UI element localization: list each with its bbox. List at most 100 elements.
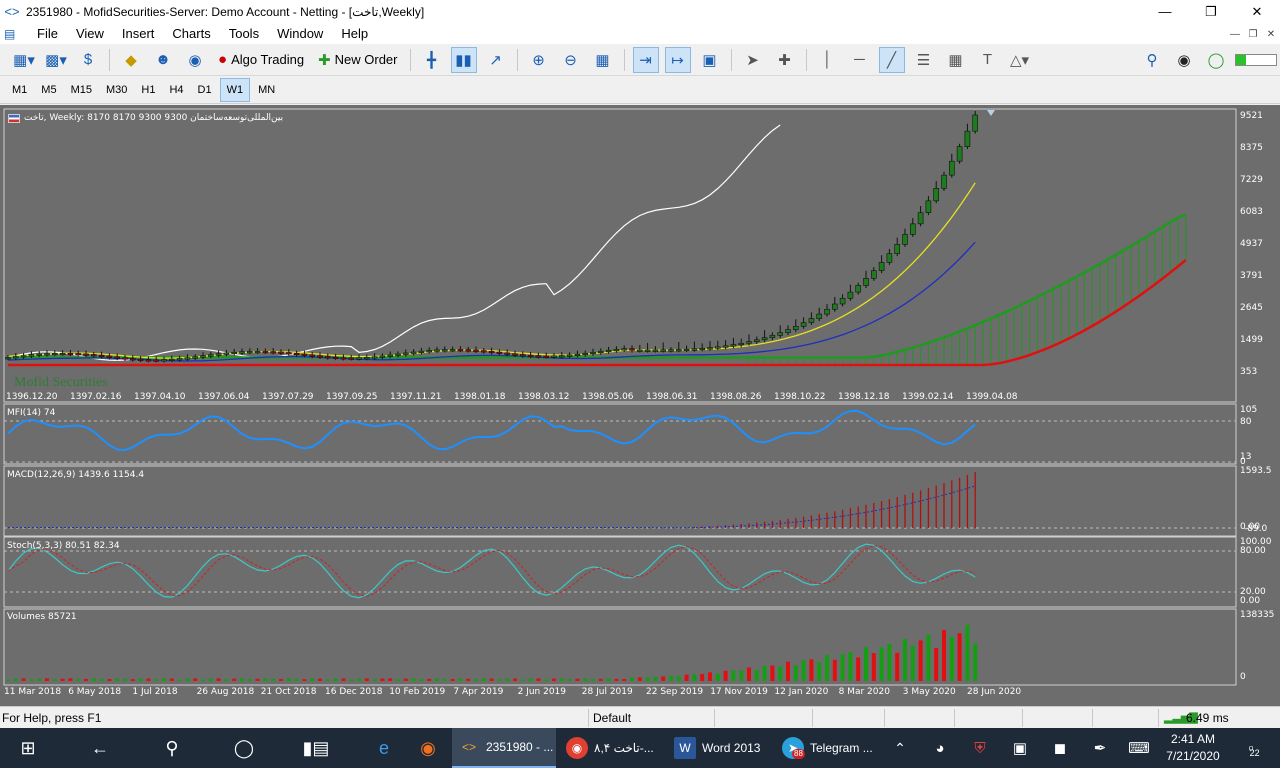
timeframe-m5[interactable]: M5 [35,78,62,102]
zoom-out-icon[interactable]: ⊖ [558,47,584,73]
volume-bar-up [692,674,697,681]
volume-bar-down [513,678,517,681]
data-window-icon[interactable]: ◆ [118,47,144,73]
account-icon[interactable]: ◉ [1171,47,1197,73]
bull-candle [613,349,620,352]
timeframe-w1[interactable]: W1 [219,77,251,102]
trendline-icon[interactable]: ╱ [878,46,905,73]
crosshair-icon[interactable]: ✚ [772,47,798,73]
notification-center-icon[interactable]: ▫ 22 [1234,728,1274,768]
bull-candle [223,352,230,355]
menu-charts[interactable]: Charts [163,24,219,44]
timeframe-h4[interactable]: H4 [163,78,189,102]
taskbar-app-word[interactable]: W Word 2013 [668,728,772,768]
chart-canvas[interactable] [0,105,1280,706]
child-minimize-button[interactable]: — [1226,29,1244,40]
navigator-icon[interactable]: ☻ [150,47,176,73]
signals-icon[interactable]: ◉ [182,47,208,73]
menu-file[interactable]: File [28,24,67,44]
auto-scroll-icon[interactable]: ⇥ [632,46,659,73]
cursor-icon[interactable]: ➤ [740,47,766,73]
network-globe-icon[interactable]: ◕ [926,728,954,768]
timeframe-m30[interactable]: M30 [100,78,133,102]
keyboard-icon[interactable]: ⌨ [1124,728,1154,768]
bull-candle [894,244,901,254]
status-separator [588,709,589,727]
timeframe-d1[interactable]: D1 [192,78,218,102]
bear-candle [75,353,81,356]
search-icon[interactable]: ⚲ [1139,47,1165,73]
chart-window[interactable]: تاخت, Weekly: 8170 8170 9300 9300 بین‌ال… [0,105,1280,706]
price-axis-label: 2645 [1240,303,1263,313]
menu-view[interactable]: View [67,24,113,44]
candlestick-chart-icon[interactable]: ▮▮ [450,46,477,73]
close-button[interactable]: ✕ [1234,0,1280,24]
child-restore-button[interactable]: ❐ [1244,29,1262,40]
volume-bar-down [747,667,751,681]
volume-bar-up [411,678,416,681]
volume-bar-down [216,678,221,681]
taskbar-app-metatrader[interactable]: <> 2351980 - ... [452,728,556,768]
timeframe-mn[interactable]: MN [252,78,281,102]
market-watch-icon[interactable]: $ [75,47,101,73]
windows-start-icon[interactable]: ⊞ [10,728,46,768]
algo-trading-icon: ● [218,51,228,68]
new-chart-icon[interactable]: ▦▾ [11,47,37,73]
templates-icon[interactable]: ▣ [697,47,723,73]
firefox-icon[interactable]: ◉ [410,728,446,768]
security-shield-icon[interactable]: ⛨ [966,728,994,768]
child-close-button[interactable]: ✕ [1262,29,1280,40]
bull-candle [574,353,581,356]
menu-help[interactable]: Help [332,24,377,44]
zoom-in-icon[interactable]: ⊕ [526,47,552,73]
volume-muted-icon[interactable]: ◼ [1046,728,1074,768]
minimize-button[interactable]: — [1142,0,1188,24]
fibonacci-icon[interactable]: ▦ [943,47,969,73]
bar-chart-icon[interactable]: ╋ [419,47,445,73]
equidistant-channel-icon[interactable]: ☰ [911,47,937,73]
task-view-icon[interactable]: ▮▤ [298,728,334,768]
pen-icon[interactable]: ✒ [1086,728,1114,768]
bull-candle [902,234,908,245]
maximize-button[interactable]: ❐ [1188,0,1234,24]
chart-shift-marker[interactable] [987,110,995,116]
volume-bar-up [247,679,252,681]
chart-shift-icon[interactable]: ↦ [664,46,691,73]
timeframe-m1[interactable]: M1 [6,78,33,102]
system-clock[interactable]: 2:41 AM 7/21/2020 [1158,731,1228,765]
bear-candle [457,349,464,352]
toolbar-separator [623,48,625,71]
edge-icon[interactable]: e [366,728,402,768]
menu-insert[interactable]: Insert [113,24,164,44]
line-chart-icon[interactable]: ↗ [483,47,509,73]
algo-trading-button[interactable]: ● Algo Trading [214,47,308,73]
bull-candle [36,353,43,356]
symbol-header: تاخت, Weekly: 8170 8170 9300 9300 بین‌ال… [24,113,284,123]
shapes-icon[interactable]: △▾ [1007,47,1033,73]
menu-tools[interactable]: Tools [220,24,268,44]
status-separator [812,709,813,727]
menu-window[interactable]: Window [268,24,332,44]
volume-bar-up [606,678,611,681]
bull-candle [831,303,838,310]
profiles-icon[interactable]: ▩▾ [43,47,69,73]
bull-candle [231,351,237,355]
new-order-button[interactable]: ✚ New Order [314,47,401,73]
text-icon[interactable]: T [975,47,1001,73]
chart-window-icon[interactable]: ▤ [4,25,28,43]
timeframe-m15[interactable]: M15 [65,78,98,102]
taskbar-app-telegram[interactable]: ➤ 88 Telegram ... [776,728,880,768]
search-taskbar-icon[interactable]: ⚲ [154,728,190,768]
level-icon[interactable]: ◯ [1203,47,1229,73]
show-hidden-icons-chevron-icon[interactable]: ⌃ [886,728,914,768]
cortana-icon[interactable]: ◯ [226,728,262,768]
vertical-line-icon[interactable]: │ [815,47,841,73]
tile-windows-icon[interactable]: ▦ [590,47,616,73]
timeframe-h1[interactable]: H1 [135,78,161,102]
horizontal-line-icon[interactable]: ─ [847,47,873,73]
volume-bar-up [442,678,447,681]
back-arrow-icon[interactable]: ← [82,728,118,768]
display-icon[interactable]: ▣ [1006,728,1034,768]
volume-bar-up [13,678,18,681]
taskbar-app-chrome[interactable]: ◉ تاخت ۸,۴-... [560,728,664,768]
